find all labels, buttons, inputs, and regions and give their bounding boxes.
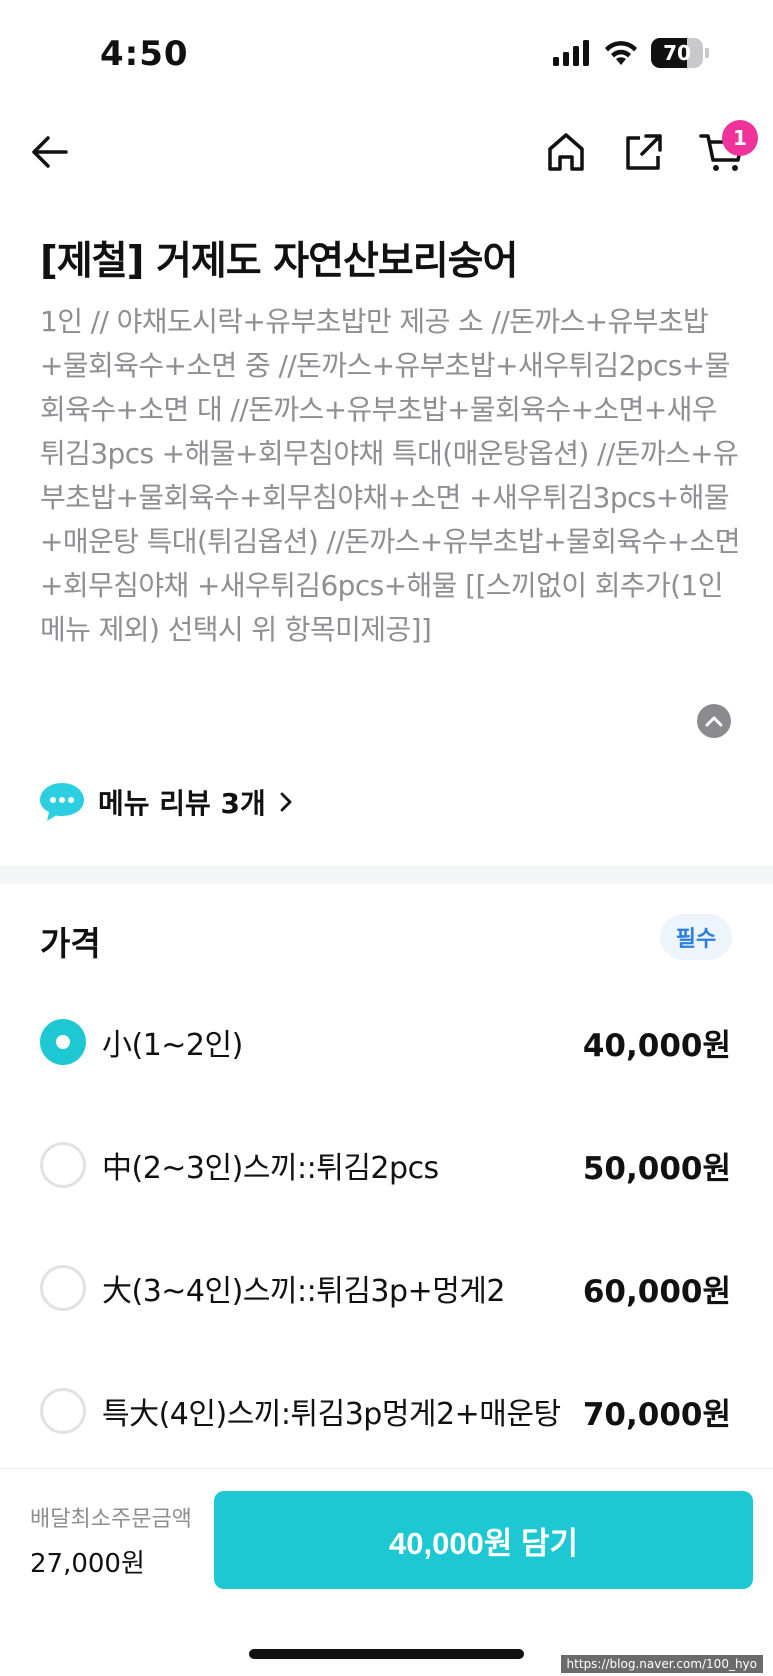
option-label: 中(2~3인)스끼::튀김2pcs [102,1151,439,1186]
status-time: 4:50 [100,34,189,74]
price-option-large[interactable]: 大(3~4인)스끼::튀김3p+멍게2 60,000원 [0,1258,773,1318]
nav-bar [0,118,773,188]
home-icon[interactable] [544,130,588,174]
menu-review-link[interactable]: 메뉴 리뷰 3개 [38,780,296,824]
option-price: 50,000원 [582,1150,731,1187]
share-icon[interactable] [622,130,666,174]
option-label: 小(1~2인) [102,1028,243,1063]
min-order-value: 27,000원 [30,1549,145,1579]
review-link-label: 메뉴 리뷰 3개 [98,787,266,820]
option-label: 특大(4인)스끼:튀김3p멍게2+매운탕 [102,1397,561,1432]
status-bar: 4:50 70 [0,0,773,110]
option-price: 60,000원 [582,1273,731,1310]
chevron-up-icon [705,716,723,727]
back-arrow-icon[interactable] [28,130,72,174]
bottom-bar: 배달최소주문금액 27,000원 40,000원 담기 https://blog… [0,1468,773,1676]
radio-button[interactable] [40,1265,86,1311]
menu-title: [제철] 거제도 자연산보리숭어 [40,239,518,284]
speech-bubble-icon [40,783,84,821]
price-option-small[interactable]: 小(1~2인) 40,000원 [0,1012,773,1072]
option-price: 70,000원 [582,1396,731,1433]
price-section-title: 가격 [40,924,101,963]
option-label: 大(3~4인)스끼::튀김3p+멍게2 [102,1274,506,1309]
option-price: 40,000원 [582,1027,731,1064]
home-indicator[interactable] [249,1649,524,1659]
radio-button[interactable] [40,1019,86,1065]
add-to-cart-button[interactable]: 40,000원 담기 [214,1491,753,1589]
required-badge: 필수 [660,914,732,960]
battery-icon: 70 [651,38,703,68]
status-icons: 70 [553,38,709,68]
watermark: https://blog.naver.com/100_hyo [560,1655,763,1673]
price-option-medium[interactable]: 中(2~3인)스끼::튀김2pcs 50,000원 [0,1135,773,1195]
price-option-extra-large[interactable]: 특大(4인)스끼:튀김3p멍게2+매운탕 70,000원 [0,1381,773,1441]
section-divider [0,866,773,884]
cart-count-badge: 1 [722,120,758,156]
menu-description: 1인 // 야채도시락+유부초밥만 제공 소 //돈까스+유부초밥+물회육수+소… [40,305,740,646]
radio-button[interactable] [40,1388,86,1434]
wifi-icon [605,41,637,65]
radio-button[interactable] [40,1142,86,1188]
battery-cap [705,48,709,58]
signal-icon [553,40,589,66]
collapse-button[interactable] [697,704,731,738]
chevron-right-icon [280,792,292,812]
min-order-label: 배달최소주문금액 [30,1507,192,1532]
battery-level: 70 [663,41,691,65]
